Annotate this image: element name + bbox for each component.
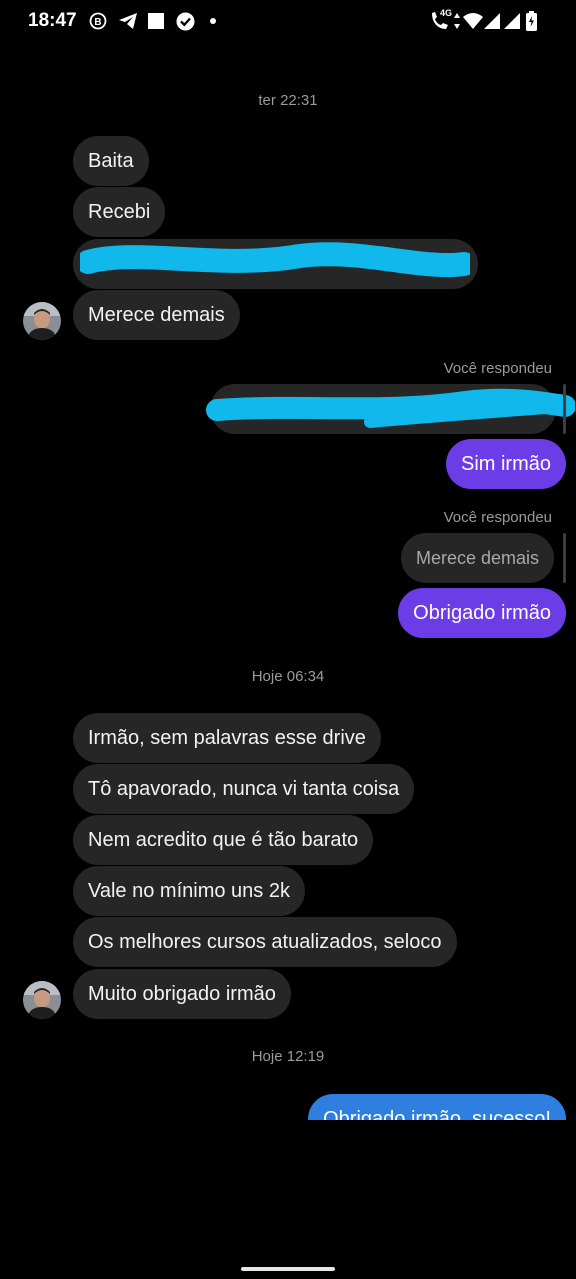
redaction-scribble	[206, 388, 575, 428]
timestamp: ter 22:31	[258, 92, 318, 109]
sent-message[interactable]: Sim irmão	[445, 439, 566, 489]
contact-avatar[interactable]	[23, 981, 61, 1019]
timestamp: Hoje 06:34	[251, 668, 325, 685]
navigation-handle[interactable]	[241, 1267, 335, 1271]
reply-label: Você respondeu	[443, 360, 552, 377]
quote-bar	[563, 384, 566, 434]
received-message[interactable]: Merece demais	[73, 290, 240, 340]
received-message[interactable]: Irmão, sem palavras esse drive	[73, 713, 381, 763]
sent-message[interactable]: Obrigado irmão	[398, 588, 566, 638]
quoted-message[interactable]: Merece demais	[400, 533, 554, 583]
timestamp: Hoje 12:19	[251, 1048, 325, 1065]
redaction-scribble	[80, 242, 470, 277]
received-message[interactable]: Baita	[73, 136, 149, 186]
chat-thread[interactable]: ter 22:31 Baita Recebi Merece demais Voc…	[0, 0, 576, 1279]
contact-avatar[interactable]	[23, 302, 61, 340]
received-message[interactable]: Vale no mínimo uns 2k	[73, 866, 305, 916]
received-message[interactable]: Nem acredito que é tão barato	[73, 815, 374, 865]
received-message[interactable]: Os melhores cursos atualizados, seloco	[73, 917, 457, 967]
sent-message[interactable]: Obrigado irmão, sucesso!	[308, 1094, 566, 1120]
received-message[interactable]: Recebi	[73, 187, 166, 237]
received-message[interactable]: Muito obrigado irmão	[73, 969, 291, 1019]
message-clip-area: Obrigado irmão, sucesso!	[0, 1090, 576, 1120]
reply-label: Você respondeu	[443, 509, 552, 526]
received-message[interactable]: Tô apavorado, nunca vi tanta coisa	[73, 764, 415, 814]
quote-bar	[563, 533, 566, 583]
